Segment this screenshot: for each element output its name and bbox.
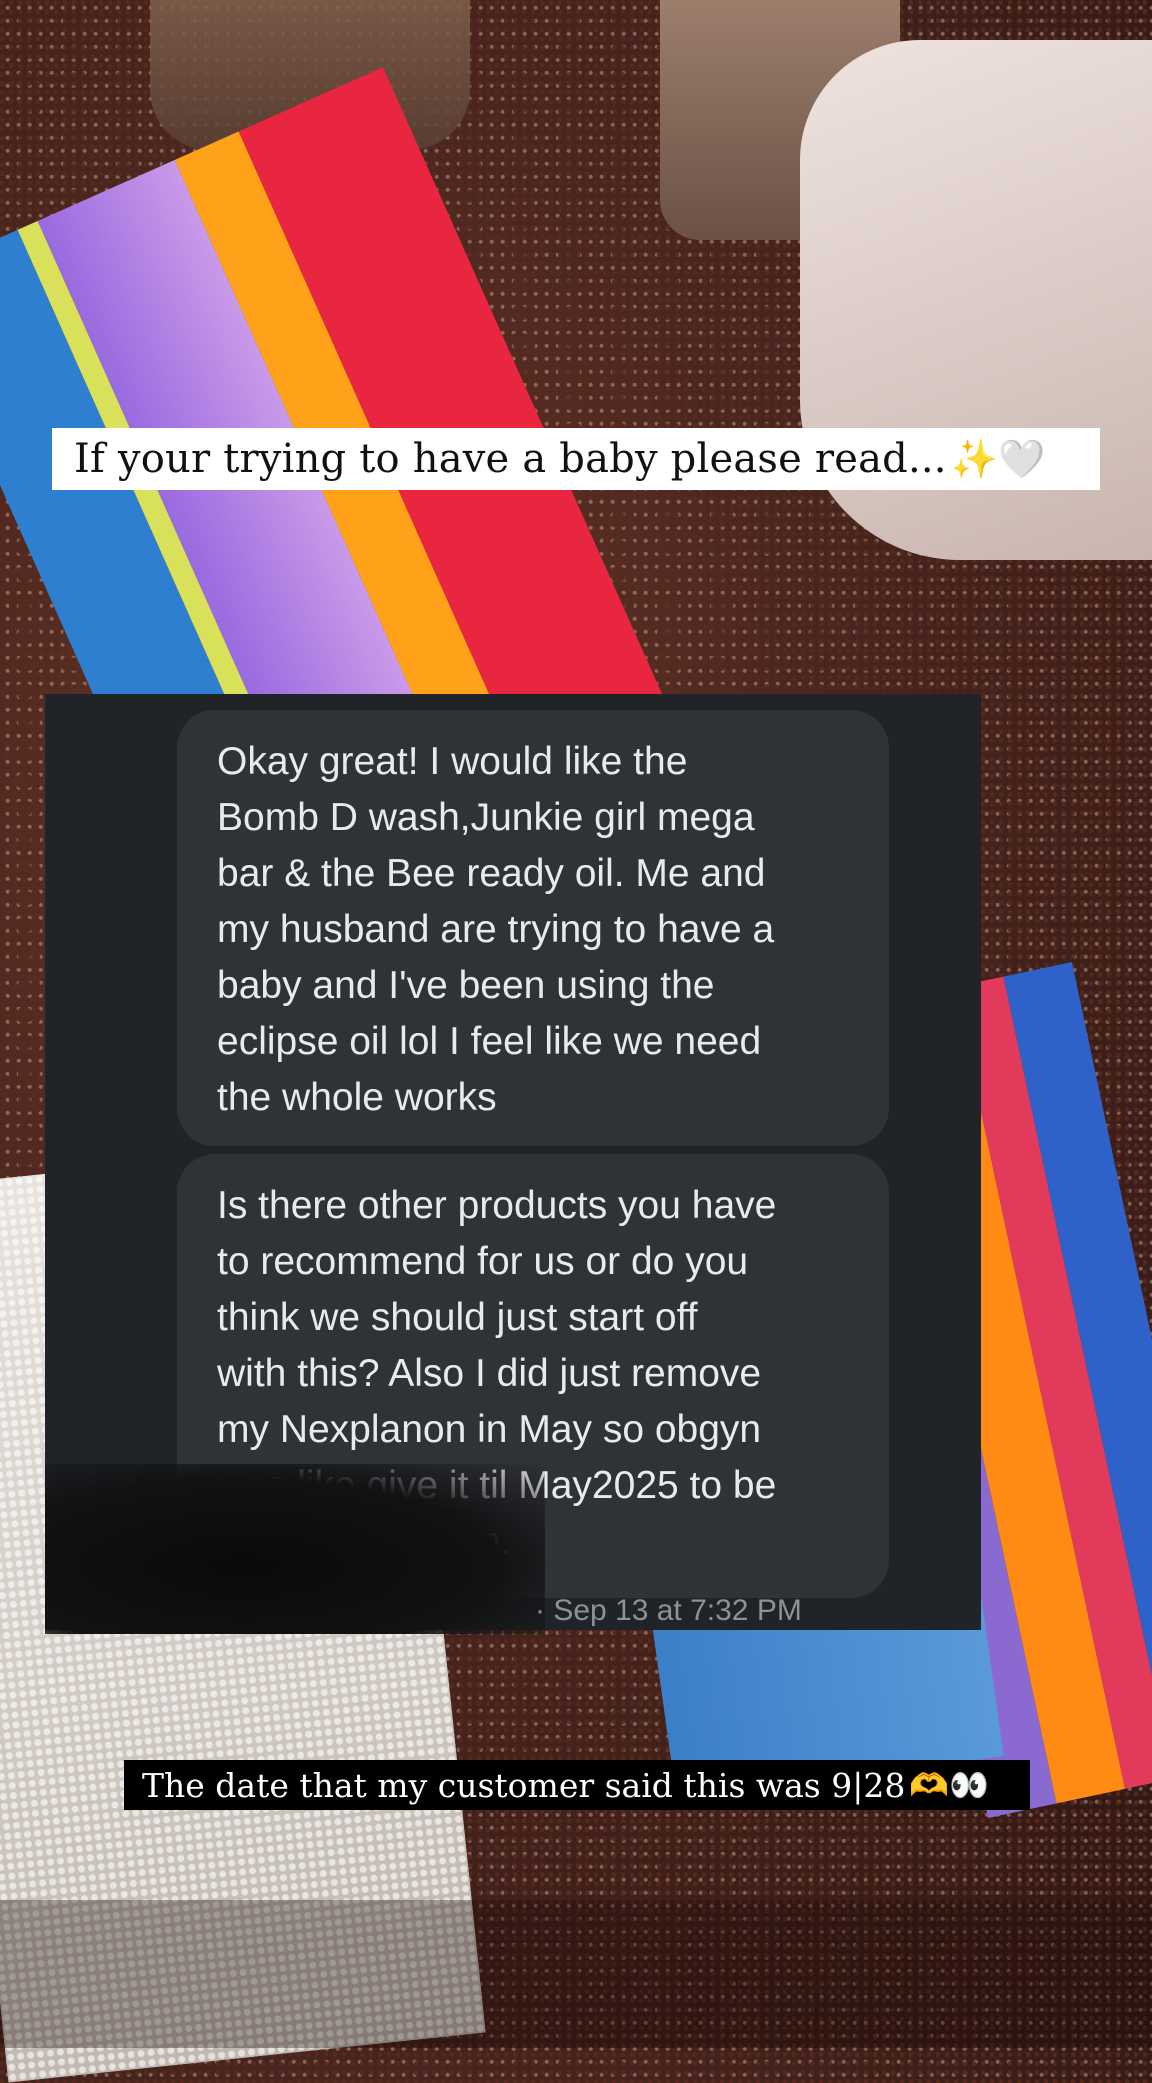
message-screenshot: Okay great! I would like the Bomb D wash… [45, 694, 981, 1634]
message-bubble: Okay great! I would like the Bomb D wash… [177, 710, 889, 1146]
caption-text: The date that my customer said this was … [142, 1765, 906, 1805]
title-text: If your trying to have a baby please rea… [74, 436, 947, 482]
background-mug [660, 0, 900, 240]
redacted-area [45, 1464, 545, 1634]
heart-hands-eyes-emoji: 🫶👀 [909, 1766, 990, 1804]
sparkle-heart-emoji: ✨🤍 [950, 436, 1046, 481]
message-timestamp: · Sep 13 at 7:32 PM [535, 1594, 802, 1627]
title-banner: If your trying to have a baby please rea… [52, 428, 1100, 490]
caption-banner: The date that my customer said this was … [124, 1760, 1030, 1810]
counter-shadow [0, 1900, 1152, 2048]
